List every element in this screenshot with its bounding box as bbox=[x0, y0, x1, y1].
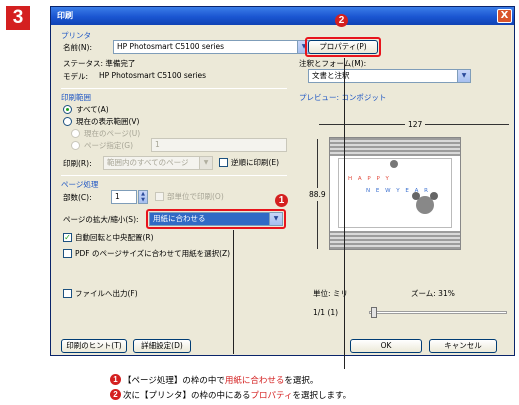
chevron-down-icon: ▼ bbox=[457, 70, 470, 82]
dialog-title: 印刷 bbox=[57, 11, 73, 20]
reverse-pages-label: 逆順に印刷(E) bbox=[231, 158, 280, 167]
unit-label: 単位: ミリ bbox=[313, 289, 348, 298]
preview-paper: H A P P Y N E W Y E A R bbox=[329, 137, 461, 250]
radio-all-label: すべて(A) bbox=[76, 105, 109, 114]
preview-width: 127 bbox=[405, 120, 426, 129]
printer-model-label: モデル: bbox=[63, 72, 89, 81]
copies-value: 1 bbox=[115, 192, 120, 201]
collate-label: 部単位で印刷(O) bbox=[167, 192, 224, 201]
print-subset-value: 範囲内のすべてのページ bbox=[107, 158, 189, 167]
caption-2-post: を選択します。 bbox=[292, 391, 352, 401]
pdf-page-size-label: PDF のページサイズに合わせて用紙を選択(Z) bbox=[75, 249, 231, 258]
page-slider-track[interactable] bbox=[369, 311, 507, 314]
print-hint-button[interactable]: 印刷のヒント(T) bbox=[61, 339, 127, 353]
radio-current-page-label: 現在のページ(U) bbox=[84, 129, 141, 138]
printer-model-value: HP Photosmart C5100 series bbox=[99, 71, 207, 80]
print-subset-select[interactable]: 範囲内のすべてのページ ▼ bbox=[103, 156, 213, 170]
copies-label: 部数(C): bbox=[63, 193, 92, 202]
printer-status: ステータス: 準備完了 bbox=[63, 59, 136, 68]
scaling-select[interactable]: 用紙に合わせる ▼ bbox=[149, 212, 283, 226]
print-to-file-checkbox[interactable] bbox=[63, 289, 72, 298]
radio-all[interactable] bbox=[63, 105, 72, 114]
marker-one: 1 bbox=[275, 194, 288, 207]
close-icon: X bbox=[500, 10, 509, 21]
print-range-group-label: 印刷範囲 bbox=[61, 93, 91, 102]
radio-current-page[interactable] bbox=[71, 129, 80, 138]
card-text-happy: H A P P Y bbox=[348, 176, 391, 182]
print-to-file-label: ファイルへ出力(F) bbox=[75, 289, 138, 298]
printer-name-value: HP Photosmart C5100 series bbox=[117, 42, 225, 51]
mouse-ear-icon bbox=[412, 192, 420, 200]
radio-pages-label: ページ指定(G) bbox=[84, 141, 134, 150]
caption-1-highlight: 用紙に合わせる bbox=[224, 376, 285, 386]
caption-2-pre: 次に【プリンタ】の枠の中にある bbox=[123, 391, 251, 401]
pages-input[interactable]: 1 bbox=[151, 138, 287, 152]
auto-rotate-checkbox[interactable]: ✓ bbox=[63, 233, 72, 242]
annotation-select[interactable]: 文書と注釈 ▼ bbox=[308, 69, 471, 83]
scaling-label: ページの拡大/縮小(S): bbox=[63, 215, 139, 224]
dialog-titlebar: 印刷 bbox=[51, 7, 514, 25]
zoom-label: ズーム: 31% bbox=[411, 289, 455, 298]
page-slider-thumb[interactable] bbox=[371, 307, 377, 318]
radio-current-view[interactable] bbox=[63, 117, 72, 126]
caption-bullet-1: 1 bbox=[110, 374, 121, 385]
card-stripe-top bbox=[330, 138, 460, 156]
close-button[interactable]: X bbox=[497, 9, 512, 23]
page-indicator: 1/1 (1) bbox=[313, 308, 339, 317]
divider bbox=[61, 175, 287, 176]
callout-line-two bbox=[344, 58, 345, 369]
reverse-pages-checkbox[interactable] bbox=[219, 158, 228, 167]
pages-input-value: 1 bbox=[155, 140, 160, 149]
cancel-button[interactable]: キャンセル bbox=[429, 339, 497, 353]
mouse-small-icon bbox=[390, 160, 398, 168]
preview-group-label: プレビュー: コンポジット bbox=[299, 93, 387, 102]
ok-button[interactable]: OK bbox=[350, 339, 422, 353]
caption-1-post: を選択。 bbox=[284, 376, 319, 386]
printer-name-label: 名前(N): bbox=[63, 43, 92, 52]
printer-group-label: プリンタ bbox=[61, 31, 91, 40]
step-number-badge: 3 bbox=[6, 6, 30, 30]
card-text-new-year: N E W Y E A R bbox=[366, 188, 430, 194]
caption-2-highlight: プロパティ bbox=[250, 391, 293, 401]
chevron-down-icon: ▼ bbox=[199, 157, 212, 169]
preview-height: 88.9 bbox=[309, 188, 326, 201]
caption-1-pre: 【ページ処理】の枠の中で bbox=[123, 376, 225, 386]
mouse-ear-icon bbox=[430, 192, 438, 200]
printer-name-select[interactable]: HP Photosmart C5100 series ▼ bbox=[113, 40, 311, 54]
advanced-button[interactable]: 詳細設定(D) bbox=[133, 339, 191, 353]
properties-button[interactable]: プロパティ(P) bbox=[308, 40, 378, 54]
annotation-label: 注釈とフォーム(M): bbox=[299, 59, 367, 68]
radio-pages[interactable] bbox=[71, 141, 80, 150]
pdf-page-size-checkbox[interactable] bbox=[63, 249, 72, 258]
print-subset-label: 印刷(R): bbox=[63, 159, 92, 168]
page-handling-group-label: ページ処理 bbox=[61, 180, 99, 189]
copies-stepper[interactable]: ▲ ▼ bbox=[138, 190, 148, 204]
card-stripe-bottom bbox=[330, 231, 460, 249]
collate-checkbox[interactable] bbox=[155, 192, 164, 201]
radio-current-view-label: 現在の表示範囲(V) bbox=[76, 117, 140, 126]
marker-two: 2 bbox=[335, 14, 348, 27]
chevron-down-icon: ▼ bbox=[269, 213, 282, 225]
print-dialog: 印刷 X プリンタ 名前(N): HP Photosmart C5100 ser… bbox=[50, 6, 515, 356]
caption-bullet-2: 2 bbox=[110, 389, 121, 400]
auto-rotate-label: 自動回転と中央配置(R) bbox=[75, 233, 154, 242]
copies-input[interactable]: 1 bbox=[111, 190, 137, 204]
scaling-value: 用紙に合わせる bbox=[153, 214, 206, 223]
divider bbox=[61, 88, 287, 89]
callout-line-one bbox=[233, 230, 234, 354]
